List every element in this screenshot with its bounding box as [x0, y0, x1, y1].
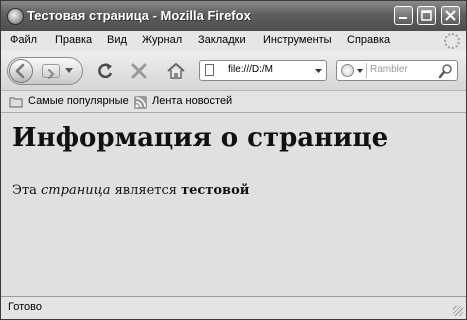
- search-icon[interactable]: [438, 63, 454, 79]
- engine-dropdown-icon[interactable]: [357, 69, 363, 73]
- page-icon: [205, 64, 214, 76]
- page-heading: Информация о странице: [12, 123, 389, 153]
- status-text: Готово: [8, 301, 42, 313]
- paragraph-text-middle: является: [110, 183, 182, 198]
- status-bar: Готово: [1, 296, 466, 319]
- minimize-button[interactable]: [394, 6, 413, 25]
- paragraph-text-start: Эта: [12, 183, 42, 198]
- menu-history[interactable]: Журнал: [142, 34, 182, 46]
- menu-view[interactable]: Вид: [107, 34, 127, 46]
- menu-edit[interactable]: Правка: [55, 34, 92, 46]
- close-button[interactable]: [441, 6, 460, 25]
- page-paragraph: Эта страница является тестовой: [12, 183, 249, 198]
- title-bar[interactable]: Тестовая страница - Mozilla Firefox: [1, 1, 466, 31]
- bookmark-folder-icon: [9, 97, 23, 108]
- address-bar[interactable]: file:///D:/M: [199, 60, 327, 81]
- url-text[interactable]: file:///D:/M: [228, 64, 308, 75]
- menu-tools[interactable]: Инструменты: [263, 34, 332, 46]
- bookmark-news-feed[interactable]: Лента новостей: [152, 95, 232, 107]
- back-arrow-icon: [15, 63, 25, 79]
- search-bar[interactable]: Rambler: [336, 60, 458, 81]
- search-engine-icon[interactable]: [341, 64, 354, 77]
- menu-bookmarks[interactable]: Закладки: [198, 34, 246, 46]
- rss-feed-icon: [134, 96, 147, 109]
- close-icon: [445, 10, 456, 21]
- menu-file[interactable]: Файл: [10, 34, 37, 46]
- resize-grip[interactable]: [453, 306, 463, 316]
- browser-window: Тестовая страница - Mozilla Firefox Файл…: [0, 0, 467, 320]
- search-input[interactable]: Rambler: [370, 64, 408, 75]
- stop-icon[interactable]: [129, 61, 149, 81]
- maximize-icon: [421, 10, 432, 21]
- firefox-icon[interactable]: [7, 8, 24, 25]
- navigation-toolbar: file:///D:/M Rambler: [1, 51, 466, 91]
- paragraph-emphasis: страница: [41, 183, 111, 198]
- back-button[interactable]: [9, 59, 33, 83]
- url-dropdown-icon[interactable]: [315, 69, 322, 74]
- history-dropdown-icon[interactable]: [65, 68, 73, 74]
- bookmark-most-visited[interactable]: Самые популярные: [28, 95, 129, 107]
- home-icon[interactable]: [165, 60, 187, 82]
- bookmarks-toolbar: Самые популярные Лента новостей: [1, 91, 466, 113]
- menu-help[interactable]: Справка: [347, 34, 390, 46]
- back-forward-group: [7, 57, 83, 85]
- forward-button[interactable]: [42, 64, 60, 79]
- page-content: Информация о странице Эта страница являе…: [1, 113, 466, 296]
- forward-arrow-icon: [48, 69, 55, 79]
- search-separator: [366, 63, 367, 78]
- window-title: Тестовая страница - Mozilla Firefox: [27, 8, 251, 23]
- maximize-button[interactable]: [417, 6, 436, 25]
- throbber-icon: [444, 33, 460, 49]
- paragraph-strong: тестовой: [181, 183, 250, 198]
- menu-bar: Файл Правка Вид Журнал Закладки Инструме…: [1, 31, 466, 51]
- minimize-icon: [399, 17, 407, 19]
- reload-icon[interactable]: [95, 61, 115, 81]
